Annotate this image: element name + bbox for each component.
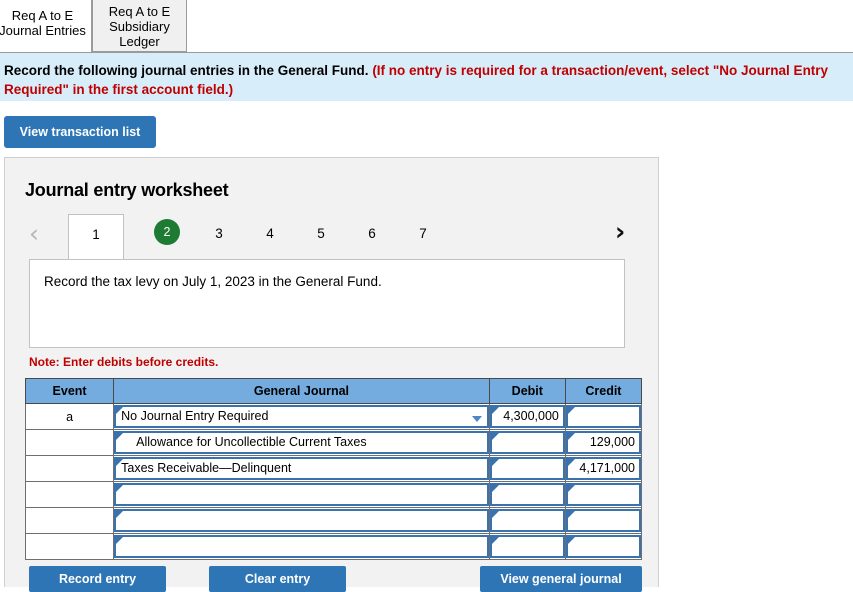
credit-input[interactable] — [565, 509, 641, 532]
pager-page-3[interactable]: 3 — [204, 220, 234, 248]
tab-strip: Req A to E Journal Entries Req A to E Su… — [0, 0, 853, 53]
debit-input[interactable] — [489, 431, 565, 454]
table-row: Taxes Receivable—Delinquent 4,171,000 — [24, 455, 643, 482]
record-entry-button[interactable]: Record entry — [29, 566, 166, 592]
column-header-event: Event — [24, 378, 115, 404]
column-header-credit: Credit — [564, 378, 643, 404]
pager-page-6[interactable]: 6 — [357, 220, 387, 248]
cell-debit[interactable] — [488, 507, 566, 534]
page-title: Journal entry worksheet — [25, 180, 229, 200]
table-row — [24, 507, 643, 534]
debit-input[interactable] — [489, 457, 565, 480]
cell-event — [24, 481, 115, 508]
table-row — [24, 481, 643, 508]
cell-credit[interactable] — [564, 481, 643, 508]
view-transaction-list-button[interactable]: View transaction list — [4, 116, 156, 148]
view-general-journal-button[interactable]: View general journal — [480, 566, 642, 592]
pager-page-2[interactable]: 2 — [154, 219, 180, 245]
credit-input[interactable] — [565, 483, 641, 506]
pager-page-5[interactable]: 5 — [306, 220, 336, 248]
instruction-banner: Record the following journal entries in … — [0, 53, 853, 101]
pager-page-1[interactable]: 1 — [68, 214, 124, 260]
cell-debit[interactable]: 4,300,000 — [488, 403, 566, 430]
tab-label-line1: Req A to E — [108, 4, 171, 19]
pager-page-7[interactable]: 7 — [408, 220, 438, 248]
cell-credit[interactable] — [564, 533, 643, 560]
cell-account[interactable] — [113, 507, 490, 534]
account-select[interactable]: Taxes Receivable—Delinquent — [114, 457, 489, 480]
column-header-debit: Debit — [488, 378, 566, 404]
tab-label-line2: Journal Entries — [0, 23, 86, 38]
table-header-row: Event General Journal Debit Credit — [24, 378, 643, 404]
worksheet-prompt-text: Record the tax levy on July 1, 2023 in t… — [44, 274, 382, 289]
journal-entry-table: Event General Journal Debit Credit a No … — [24, 378, 643, 560]
cell-event — [24, 533, 115, 560]
journal-entry-panel: Journal entry worksheet ‹ 1 2 3 4 5 6 7 … — [4, 157, 660, 592]
cell-account[interactable] — [113, 533, 490, 560]
account-value: No Journal Entry Required — [121, 409, 269, 423]
table-row: Allowance for Uncollectible Current Taxe… — [24, 429, 643, 456]
credit-input[interactable] — [565, 535, 641, 558]
worksheet-prompt-box: Record the tax levy on July 1, 2023 in t… — [29, 259, 625, 348]
cell-account[interactable]: Allowance for Uncollectible Current Taxe… — [113, 429, 490, 456]
tab-req-a-to-e-journal-entries[interactable]: Req A to E Journal Entries — [0, 0, 92, 53]
cell-account[interactable]: No Journal Entry Required — [113, 403, 490, 430]
account-select[interactable]: No Journal Entry Required — [114, 405, 489, 428]
credit-input[interactable] — [565, 405, 641, 428]
pager-previous-icon[interactable]: ‹ — [29, 214, 39, 254]
cell-credit[interactable] — [564, 403, 643, 430]
debits-before-credits-note: Note: Enter debits before credits. — [29, 355, 219, 369]
pager-next-icon[interactable]: › — [615, 212, 625, 252]
cell-event: a — [24, 403, 115, 430]
cell-event — [24, 455, 115, 482]
tab-label-line2: Subsidiary — [109, 19, 170, 34]
worksheet-pager: ‹ 1 2 3 4 5 6 7 › — [5, 214, 660, 260]
clear-entry-button[interactable]: Clear entry — [209, 566, 346, 592]
cell-debit[interactable] — [488, 533, 566, 560]
tab-req-a-to-e-subsidiary-ledger[interactable]: Req A to E Subsidiary Ledger — [92, 0, 187, 52]
account-select[interactable] — [114, 535, 489, 558]
debit-input[interactable] — [489, 483, 565, 506]
account-select[interactable] — [114, 483, 489, 506]
debit-input[interactable] — [489, 535, 565, 558]
cell-debit[interactable] — [488, 429, 566, 456]
cell-account[interactable] — [113, 481, 490, 508]
account-select[interactable] — [114, 509, 489, 532]
cell-event — [24, 429, 115, 456]
table-row: a No Journal Entry Required 4,300,000 — [24, 403, 643, 430]
debit-input[interactable] — [489, 509, 565, 532]
cell-event — [24, 507, 115, 534]
chevron-down-icon[interactable] — [469, 410, 485, 426]
pager-page-4[interactable]: 4 — [255, 220, 285, 248]
tab-label-line3: Ledger — [119, 34, 160, 49]
cell-credit[interactable]: 4,171,000 — [564, 455, 643, 482]
tab-label-line1: Req A to E — [11, 8, 74, 23]
column-header-general-journal: General Journal — [113, 378, 490, 404]
account-select[interactable]: Allowance for Uncollectible Current Taxe… — [114, 431, 489, 454]
debit-input[interactable]: 4,300,000 — [489, 405, 565, 428]
credit-input[interactable]: 4,171,000 — [565, 457, 641, 480]
credit-input[interactable]: 129,000 — [565, 431, 641, 454]
instruction-lead-text: Record the following journal entries in … — [4, 63, 369, 78]
table-row — [24, 533, 643, 560]
cell-debit[interactable] — [488, 455, 566, 482]
cell-credit[interactable] — [564, 507, 643, 534]
cell-account[interactable]: Taxes Receivable—Delinquent — [113, 455, 490, 482]
cell-debit[interactable] — [488, 481, 566, 508]
cell-credit[interactable]: 129,000 — [564, 429, 643, 456]
